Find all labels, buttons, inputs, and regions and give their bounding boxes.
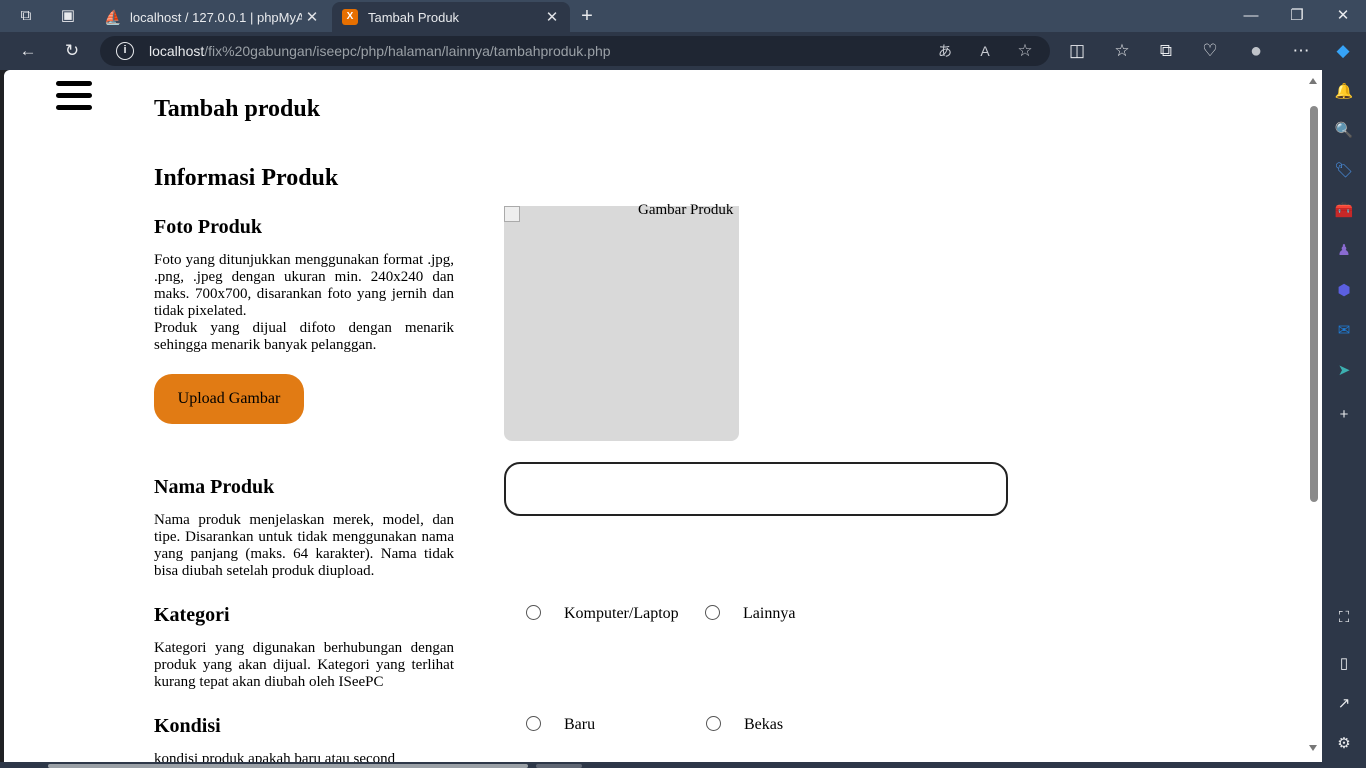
favorites-icon[interactable]: ☆ [1111, 40, 1133, 62]
browser-essentials-icon[interactable]: ♡ [1199, 40, 1221, 62]
new-tab-icon[interactable]: + [577, 6, 597, 26]
info-icon[interactable]: i [116, 42, 134, 60]
page-title: Tambah produk [154, 96, 321, 122]
nama-produk-desc: Nama produk menjelaskan merek, model, da… [154, 512, 454, 579]
nama-produk-title: Nama Produk [154, 476, 275, 498]
tab-strip: ⧉ ▣ ⛵ localhost / 127.0.0.1 | phpMyAdmin… [0, 0, 1366, 32]
foto-desc-line-1: Foto yang ditunjukkan menggunakan format… [154, 252, 454, 319]
back-icon[interactable]: ← [17, 40, 39, 62]
close-icon[interactable]: ✕ [542, 8, 562, 26]
profile-avatar-icon[interactable]: ● [1245, 40, 1267, 62]
section-title: Informasi Produk [154, 165, 339, 191]
kategori-desc: Kategori yang digunakan berhubungan deng… [154, 640, 454, 690]
tab-actions-icon[interactable]: ▣ [58, 6, 78, 26]
kondisi-title: Kondisi [154, 715, 221, 737]
radio-lainnya[interactable] [705, 605, 720, 620]
close-icon[interactable]: ✕ [302, 8, 322, 26]
tab-title: localhost / 127.0.0.1 | phpMyAdmin [130, 9, 302, 25]
menu-icon[interactable] [56, 81, 92, 111]
kategori-title: Kategori [154, 604, 230, 626]
translate-icon[interactable]: あ [935, 41, 955, 61]
scrollbar-thumb[interactable] [1310, 106, 1318, 502]
sidebar-toggle-icon[interactable]: ▯ [1334, 654, 1354, 674]
tab-title: Tambah Produk [368, 9, 460, 25]
radio-label-komputer-laptop: Komputer/Laptop [564, 605, 679, 622]
radio-baru[interactable] [526, 716, 541, 731]
horizontal-scrollbar-segment [536, 764, 582, 768]
radio-label-baru: Baru [564, 716, 596, 733]
toolbox-icon[interactable]: 🧰 [1334, 201, 1354, 221]
address-bar-row: ← ↻ i localhost/fix%20gabungan/iseepc/ph… [0, 32, 1366, 70]
web-page: Tambah produk Informasi Produk Foto Prod… [4, 70, 1322, 762]
bell-icon[interactable]: 🔔 [1334, 82, 1354, 102]
phpmyadmin-icon: ⛵ [104, 9, 122, 25]
horizontal-scrollbar-thumb[interactable] [48, 764, 528, 768]
office-icon[interactable]: ⬢ [1334, 281, 1354, 301]
foto-produk-title: Foto Produk [154, 216, 262, 238]
foto-produk-desc: Foto yang ditunjukkan menggunakan format… [154, 252, 454, 354]
screenshot-icon[interactable]: ⛶ [1334, 608, 1354, 628]
games-icon[interactable]: ♟ [1334, 241, 1354, 261]
url-host: localhost [149, 43, 205, 59]
send-icon[interactable]: ➤ [1334, 361, 1354, 381]
settings-icon[interactable]: ⚙ [1334, 734, 1354, 754]
copilot-icon[interactable]: ◆ [1332, 40, 1354, 62]
favorite-star-icon[interactable]: ☆ [1015, 41, 1035, 61]
refresh-icon[interactable]: ↻ [61, 40, 83, 62]
scroll-down-arrow[interactable] [1309, 745, 1317, 751]
upload-image-button[interactable]: Upload Gambar [154, 374, 304, 424]
image-alt-text: Gambar Produk [638, 202, 734, 218]
tag-icon[interactable]: 🏷 [1334, 161, 1354, 181]
read-aloud-icon[interactable]: A [975, 41, 995, 61]
foto-desc-line-2: Produk yang dijual difoto dengan menarik… [154, 320, 454, 353]
product-image: Gambar Produk [504, 202, 739, 441]
url-text[interactable]: localhost/fix%20gabungan/iseepc/php/hala… [149, 43, 611, 59]
tab-tambah-produk[interactable]: X Tambah Produk ✕ [332, 2, 570, 32]
url-path: /fix%20gabungan/iseepc/php/halaman/lainn… [204, 43, 611, 59]
workspaces-icon[interactable]: ⧉ [16, 6, 36, 26]
external-link-icon[interactable]: ↗ [1334, 694, 1354, 714]
kondisi-desc: kondisi produk apakah baru atau second [154, 751, 396, 762]
radio-label-lainnya: Lainnya [743, 605, 796, 622]
radio-komputer-laptop[interactable] [526, 605, 541, 620]
radio-label-bekas: Bekas [744, 716, 784, 733]
minimize-icon[interactable]: — [1228, 0, 1274, 32]
outlook-icon[interactable]: ✉ [1334, 321, 1354, 341]
scroll-up-arrow[interactable] [1309, 78, 1317, 84]
more-icon[interactable]: ⋯ [1290, 40, 1312, 62]
xampp-icon: X [342, 9, 358, 25]
product-name-input[interactable] [504, 462, 1008, 516]
add-icon[interactable]: + [1334, 405, 1354, 425]
split-screen-icon[interactable]: ◫ [1066, 40, 1088, 62]
broken-image-icon [504, 206, 520, 222]
search-icon[interactable]: 🔍 [1334, 121, 1354, 141]
collections-icon[interactable]: ⧉ [1155, 40, 1177, 62]
radio-bekas[interactable] [706, 716, 721, 731]
edge-sidebar: 🔔 🔍 🏷 🧰 ♟ ⬢ ✉ ➤ + ⛶ ▯ ↗ ⚙ [1322, 70, 1366, 768]
window-close-icon[interactable]: ✕ [1320, 0, 1366, 32]
address-bar[interactable]: i localhost/fix%20gabungan/iseepc/php/ha… [100, 36, 1050, 66]
tab-phpmyadmin[interactable]: ⛵ localhost / 127.0.0.1 | phpMyAdmin ✕ [94, 2, 330, 32]
restore-icon[interactable]: ❐ [1274, 0, 1320, 32]
